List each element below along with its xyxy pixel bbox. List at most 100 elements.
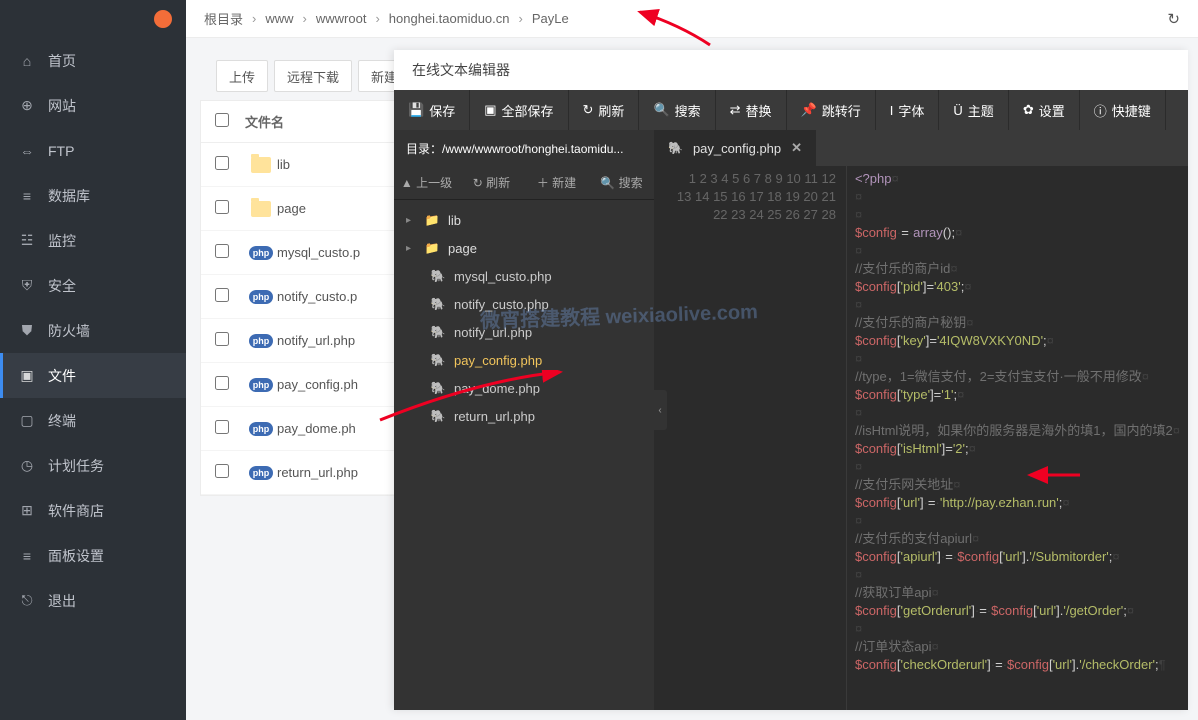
- editor-tab[interactable]: 🐘 pay_config.php ✕: [654, 130, 816, 166]
- editor-modal: 在线文本编辑器 💾保存▣全部保存↻刷新🔍搜索⇄替换📌跳转行I字体Ü主题✿设置ⓘ快…: [394, 50, 1188, 710]
- editor-tb-8[interactable]: ✿设置: [1009, 90, 1080, 130]
- tree-refresh-button[interactable]: ↻ 刷新: [459, 174, 524, 191]
- file-name: notify_custo.p: [277, 289, 357, 304]
- code-panel: ‹ 🐘 pay_config.php ✕ 1 2 3 4 5 6 7 8 9 1…: [654, 130, 1188, 710]
- sidebar-item-9[interactable]: ◷计划任务: [0, 443, 186, 488]
- sidebar-icon: ⊞: [18, 502, 36, 519]
- breadcrumb: 根目录›www›wwwroot›honghei.taomiduo.cn›PayL…: [204, 9, 569, 28]
- row-checkbox[interactable]: [215, 420, 229, 434]
- sidebar-item-7[interactable]: ▣文件: [0, 353, 186, 398]
- collapse-tree-button[interactable]: ‹: [653, 390, 667, 430]
- php-icon: php: [249, 290, 274, 304]
- editor-tb-2[interactable]: ↻刷新: [569, 90, 640, 130]
- sidebar-item-3[interactable]: ≡数据库: [0, 173, 186, 218]
- editor-tb-6[interactable]: I字体: [876, 90, 940, 130]
- row-checkbox[interactable]: [215, 376, 229, 390]
- toolbar-icon: 📌: [801, 102, 817, 118]
- sidebar-label: 文件: [48, 366, 76, 386]
- sidebar-item-11[interactable]: ≡面板设置: [0, 533, 186, 578]
- refresh-icon[interactable]: ↻: [1167, 10, 1180, 28]
- row-checkbox[interactable]: [215, 156, 229, 170]
- sidebar-icon: ⎋: [18, 592, 36, 609]
- sidebar-item-1[interactable]: ⊕网站: [0, 83, 186, 128]
- editor-tb-7[interactable]: Ü主题: [939, 90, 1008, 130]
- folder-icon: [251, 157, 271, 173]
- toolbar-label: 替换: [746, 101, 772, 120]
- row-checkbox[interactable]: [215, 200, 229, 214]
- tree-item[interactable]: 🐘pay_dome.php: [394, 374, 654, 402]
- php-icon: php: [249, 246, 274, 260]
- upload-button[interactable]: 上传: [216, 60, 268, 92]
- editor-tb-1[interactable]: ▣全部保存: [470, 90, 568, 130]
- sidebar-label: 防火墙: [48, 321, 90, 341]
- php-icon: php: [249, 422, 274, 436]
- sidebar-label: 软件商店: [48, 501, 104, 521]
- tree-item[interactable]: 🐘 mysql_custo.php: [394, 262, 654, 290]
- sidebar-item-5[interactable]: ⛨安全: [0, 263, 186, 308]
- sidebar-icon: ⇔: [18, 143, 36, 159]
- sidebar-label: 终端: [48, 411, 76, 431]
- editor-tb-5[interactable]: 📌跳转行: [787, 90, 876, 130]
- breadcrumb-item[interactable]: honghei.taomiduo.cn: [389, 11, 510, 26]
- php-icon: 🐘: [430, 269, 446, 283]
- sidebar-label: 安全: [48, 276, 76, 296]
- editor-tb-9[interactable]: ⓘ快捷键: [1080, 90, 1166, 130]
- sidebar-item-12[interactable]: ⎋ 退出: [0, 578, 186, 623]
- editor-tb-3[interactable]: 🔍搜索: [639, 90, 715, 130]
- tree-item[interactable]: 🐘notify_custo.php: [394, 290, 654, 318]
- tree-up-button[interactable]: ▲ 上一级: [394, 174, 459, 191]
- row-checkbox[interactable]: [215, 464, 229, 478]
- tree-create-button[interactable]: ＋ 新建: [524, 174, 589, 191]
- row-checkbox[interactable]: [215, 288, 229, 302]
- sidebar-item-0[interactable]: ⌂首页: [0, 38, 186, 83]
- sidebar-label: 首页: [48, 51, 76, 71]
- row-checkbox[interactable]: [215, 332, 229, 346]
- sidebar-item-4[interactable]: ☳监控: [0, 218, 186, 263]
- folder-icon: 📁: [424, 213, 440, 227]
- tree-search-button[interactable]: 🔍 搜索: [589, 174, 654, 191]
- tree-item[interactable]: ▸📁page: [394, 234, 654, 262]
- php-icon: php: [249, 378, 274, 392]
- col-filename[interactable]: 文件名: [245, 112, 284, 131]
- tree-item-name: mysql_custo.php: [454, 269, 552, 284]
- sidebar-item-8[interactable]: ▢终端: [0, 398, 186, 443]
- tree-item[interactable]: 🐘return_url.php: [394, 402, 654, 430]
- code-editor[interactable]: 1 2 3 4 5 6 7 8 9 10 11 12 13 14 15 16 1…: [654, 166, 1188, 710]
- sidebar-icon: ◷: [18, 457, 36, 474]
- tree-item[interactable]: 🐘pay_config.php: [394, 346, 654, 374]
- close-icon[interactable]: ✕: [791, 140, 802, 156]
- php-icon: 🐘: [430, 353, 446, 367]
- breadcrumb-item[interactable]: 根目录: [204, 9, 243, 28]
- tree-item-name: page: [448, 241, 477, 256]
- editor-tb-0[interactable]: 💾保存: [394, 90, 470, 130]
- editor-title: 在线文本编辑器: [394, 50, 1188, 90]
- toolbar-icon: I: [890, 103, 894, 118]
- breadcrumb-item[interactable]: wwwroot: [316, 11, 367, 26]
- code-lines[interactable]: <?php¤ ¤ ¤ $config·=·array();¤ ¤ //支付乐的商…: [847, 166, 1188, 710]
- sidebar-icon: ⊕: [18, 97, 36, 114]
- sidebar-label: 退出: [48, 591, 76, 611]
- tree-item[interactable]: ▸📁lib: [394, 206, 654, 234]
- tree-item-name: notify_custo.php: [454, 297, 549, 312]
- editor-toolbar: 💾保存▣全部保存↻刷新🔍搜索⇄替换📌跳转行I字体Ü主题✿设置ⓘ快捷键: [394, 90, 1188, 130]
- select-all-checkbox[interactable]: [215, 113, 229, 127]
- remote-download-button[interactable]: 远程下载: [274, 60, 352, 92]
- sidebar-item-10[interactable]: ⊞ 软件商店: [0, 488, 186, 533]
- breadcrumb-item[interactable]: www: [265, 11, 293, 26]
- toolbar-icon: Ü: [953, 103, 962, 118]
- php-icon: php: [249, 334, 274, 348]
- sidebar-label: 面板设置: [48, 546, 104, 566]
- row-checkbox[interactable]: [215, 244, 229, 258]
- php-icon: 🐘: [430, 381, 446, 395]
- breadcrumb-item[interactable]: PayLe: [532, 11, 569, 26]
- file-name: page: [277, 201, 306, 216]
- sidebar-item-6[interactable]: ⛊防火墙: [0, 308, 186, 353]
- tree-item[interactable]: 🐘notify_url.php: [394, 318, 654, 346]
- sidebar-label: 监控: [48, 231, 76, 251]
- toolbar-label: 刷新: [598, 101, 624, 120]
- editor-tb-4[interactable]: ⇄替换: [716, 90, 787, 130]
- sidebar-label: FTP: [48, 143, 74, 159]
- tree-item-name: return_url.php: [454, 409, 535, 424]
- toolbar-icon: 💾: [408, 102, 424, 118]
- sidebar-item-2[interactable]: ⇔ FTP: [0, 128, 186, 173]
